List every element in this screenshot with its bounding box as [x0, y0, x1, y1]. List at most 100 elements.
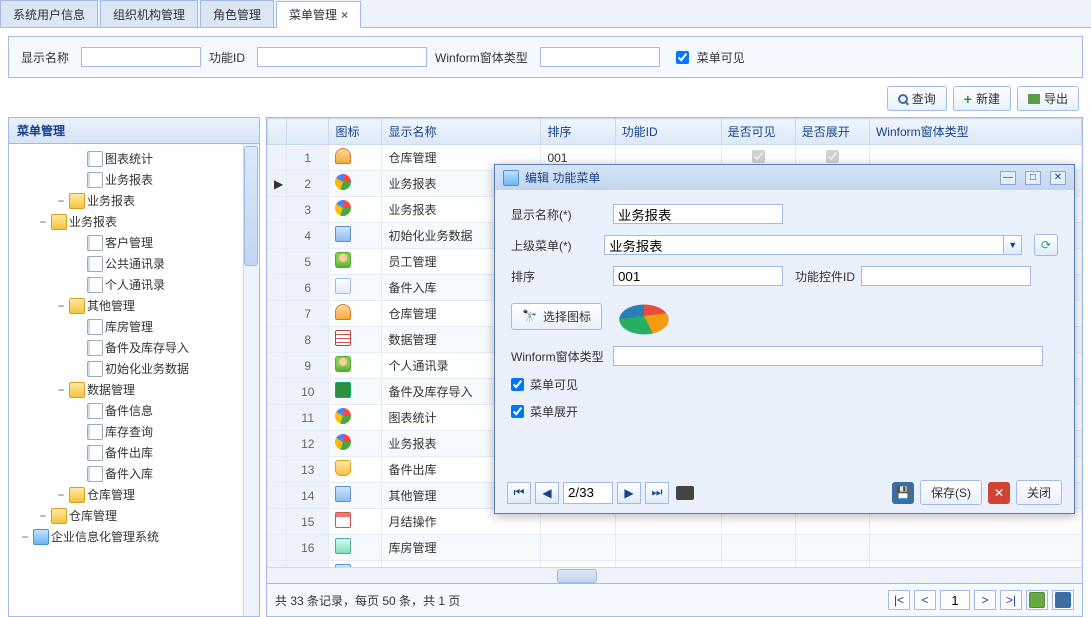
tree-node[interactable]: 公共通讯录: [13, 253, 255, 274]
tree-toggle-icon[interactable]: −: [55, 299, 67, 313]
choose-icon-button[interactable]: 🔭 选择图标: [511, 303, 602, 330]
tree-toggle-icon[interactable]: −: [55, 383, 67, 397]
display-name-input[interactable]: [81, 47, 201, 67]
tab-close-icon[interactable]: ×: [341, 8, 348, 22]
record-prev-button[interactable]: ◀: [535, 482, 559, 504]
record-print-button[interactable]: [673, 482, 697, 504]
record-next-button[interactable]: ▶: [617, 482, 641, 504]
menu-visible-checkbox[interactable]: [676, 51, 689, 64]
tree-node[interactable]: 库房管理: [13, 316, 255, 337]
search-button[interactable]: 查询: [887, 86, 947, 111]
dlg-func-id-input[interactable]: [861, 266, 1031, 286]
tree-node[interactable]: − 其他管理: [13, 295, 255, 316]
tree-node[interactable]: −仓库管理: [13, 505, 255, 526]
tree-node[interactable]: 备件信息: [13, 400, 255, 421]
grid-header[interactable]: 排序: [541, 119, 615, 145]
tree-node[interactable]: − 业务报表: [13, 211, 255, 232]
dlg-winform-input[interactable]: [613, 346, 1043, 366]
tab-组织机构管理[interactable]: 组织机构管理: [100, 0, 198, 27]
tree-node-icon: [87, 277, 103, 293]
tree-toggle-icon[interactable]: −: [55, 488, 67, 502]
tree-node-icon: [87, 445, 103, 461]
grid-header[interactable]: 功能ID: [615, 119, 721, 145]
dlg-expand-checkbox[interactable]: [511, 405, 524, 418]
row-marker: [268, 483, 287, 509]
function-id-input[interactable]: [257, 47, 427, 67]
grid-hscroll-thumb[interactable]: [557, 569, 597, 583]
tree-scrollbar[interactable]: [243, 144, 259, 616]
tree-toggle-icon[interactable]: −: [37, 215, 49, 229]
dlg-parent-dropdown-button[interactable]: ▼: [1004, 235, 1022, 255]
dialog-maximize-button[interactable]: □: [1025, 171, 1041, 185]
row-icon: [335, 434, 351, 450]
tab-角色管理[interactable]: 角色管理: [200, 0, 274, 27]
dlg-parent-refresh-button[interactable]: ⟳: [1034, 234, 1058, 256]
dialog-titlebar[interactable]: 编辑 功能菜单 — □ ✕: [495, 165, 1074, 190]
grid-header[interactable]: 是否可见: [721, 119, 795, 145]
tree-node[interactable]: −企业信息化管理系统: [13, 526, 255, 547]
page-first-button[interactable]: |<: [888, 590, 910, 610]
tree-node-label: 其他管理: [87, 297, 135, 314]
close-icon: ✕: [988, 482, 1010, 504]
search-icon: [898, 94, 908, 104]
page-input[interactable]: [940, 590, 970, 610]
tree-node[interactable]: 备件及库存导入: [13, 337, 255, 358]
row-number: 1: [287, 145, 329, 171]
tree-node-icon: [87, 340, 103, 356]
row-icon: [335, 460, 351, 476]
grid-header[interactable]: 是否展开: [795, 119, 869, 145]
tree-toggle-icon[interactable]: −: [37, 509, 49, 523]
save-button[interactable]: 保存(S): [920, 480, 982, 505]
tree-node[interactable]: 业务报表: [13, 169, 255, 190]
row-marker: [268, 249, 287, 275]
tree-node-label: 业务报表: [69, 213, 117, 230]
row-marker: [268, 223, 287, 249]
export-button[interactable]: 导出: [1017, 86, 1079, 111]
row-icon: [335, 330, 351, 346]
row-number: 15: [287, 509, 329, 535]
row-icon: [335, 148, 351, 164]
tree-node[interactable]: −数据管理: [13, 379, 255, 400]
record-first-button[interactable]: ⏮: [507, 482, 531, 504]
page-prev-button[interactable]: <: [914, 590, 936, 610]
close-button[interactable]: 关闭: [1016, 480, 1062, 505]
tree-node[interactable]: 库存查询: [13, 421, 255, 442]
tree-node-icon: [69, 487, 85, 503]
tree-node-icon: [87, 319, 103, 335]
dialog-close-button[interactable]: ✕: [1050, 171, 1066, 185]
record-position-input[interactable]: [563, 482, 613, 504]
tree-toggle-icon[interactable]: −: [55, 194, 67, 208]
tree-node[interactable]: 客户管理: [13, 232, 255, 253]
winform-type-input[interactable]: [540, 47, 660, 67]
page-last-button[interactable]: >|: [1000, 590, 1022, 610]
tree-node[interactable]: 备件出库: [13, 442, 255, 463]
page-export-button[interactable]: [1026, 590, 1048, 610]
tree-node[interactable]: 个人通讯录: [13, 274, 255, 295]
page-save-button[interactable]: [1052, 590, 1074, 610]
tree-node[interactable]: −仓库管理: [13, 484, 255, 505]
dlg-visible-checkbox[interactable]: [511, 378, 524, 391]
table-row[interactable]: 16库房管理: [268, 535, 1082, 561]
tree-node[interactable]: 初始化业务数据: [13, 358, 255, 379]
dlg-display-name-input[interactable]: [613, 204, 783, 224]
grid-header[interactable]: Winform窗体类型: [869, 119, 1081, 145]
dialog-minimize-button[interactable]: —: [1000, 171, 1016, 185]
grid-header[interactable]: 图标: [329, 119, 382, 145]
icon-preview: [613, 305, 676, 335]
tree-node[interactable]: 图表统计: [13, 148, 255, 169]
page-next-button[interactable]: >: [974, 590, 996, 610]
record-last-button[interactable]: ⏭: [645, 482, 669, 504]
row-icon: [335, 538, 351, 554]
new-button[interactable]: +新建: [953, 86, 1011, 111]
tree-node[interactable]: −业务报表: [13, 190, 255, 211]
tree-scroll-thumb[interactable]: [244, 146, 258, 266]
tab-系统用户信息[interactable]: 系统用户信息: [0, 0, 98, 27]
tab-菜单管理[interactable]: 菜单管理×: [276, 1, 361, 28]
grid-hscrollbar[interactable]: [267, 567, 1082, 583]
grid-header[interactable]: 显示名称: [382, 119, 541, 145]
tree-node[interactable]: 备件入库: [13, 463, 255, 484]
tree-toggle-icon[interactable]: −: [19, 530, 31, 544]
tree-body[interactable]: 图表统计业务报表−业务报表−业务报表客户管理公共通讯录个人通讯录−其他管理库房管…: [9, 144, 259, 616]
dlg-parent-input[interactable]: [604, 235, 1004, 255]
dlg-sort-input[interactable]: [613, 266, 783, 286]
